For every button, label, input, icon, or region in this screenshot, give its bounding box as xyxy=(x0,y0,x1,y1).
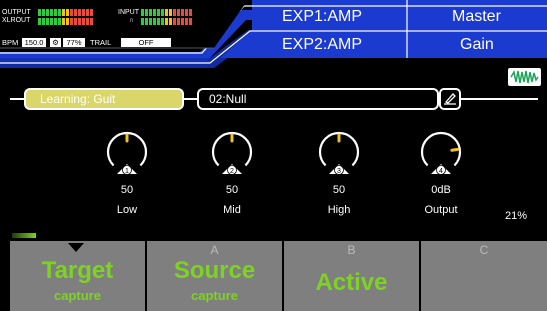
knob-label: Low xyxy=(116,204,138,216)
exp2-param[interactable]: Gain xyxy=(460,36,494,54)
knob-value: 0dB xyxy=(431,184,451,196)
slot-label: C xyxy=(479,243,489,257)
bpm-value[interactable]: 150.0 xyxy=(22,38,46,47)
input-label: INPUT xyxy=(118,9,139,16)
knob-output[interactable]: 4 xyxy=(419,130,463,175)
knob-high[interactable]: 3 xyxy=(317,130,361,175)
row-connector xyxy=(10,98,24,100)
knob-number: 2 xyxy=(230,168,234,174)
slot-sub-text: capture xyxy=(191,288,238,303)
headphone-icon: ∩ xyxy=(129,17,135,24)
slot-c[interactable]: C xyxy=(421,241,547,311)
status-panel: OUTPUT XLROUT INPUT ∩ BPM 150.0 ⚙ 77% TR… xyxy=(0,0,240,52)
waveform-icon xyxy=(510,69,539,84)
knob-value: 50 xyxy=(120,184,134,196)
knob-label: Output xyxy=(424,204,458,216)
row-connector xyxy=(184,98,197,100)
level-value[interactable]: 77% xyxy=(63,38,85,47)
xlrout-label: XLROUT xyxy=(2,17,31,24)
waveform-button[interactable] xyxy=(508,68,541,86)
knob-value: 50 xyxy=(225,184,239,196)
gear-icon: ⚙ xyxy=(50,38,61,47)
output-label: OUTPUT xyxy=(2,9,31,16)
slot-main-text: Target xyxy=(41,257,114,284)
knob-number: 1 xyxy=(125,168,129,174)
knob-dial: 2 xyxy=(211,131,253,175)
trail-label: TRAIL xyxy=(90,38,112,47)
progress-fill xyxy=(12,233,36,238)
output-meter xyxy=(38,9,93,16)
knob-mid[interactable]: 2 xyxy=(210,130,254,175)
knob-value: 50 xyxy=(332,184,346,196)
progress-percent: 21% xyxy=(505,210,528,222)
knob-dial: 3 xyxy=(318,131,360,175)
exp1-label[interactable]: EXP1:AMP xyxy=(282,8,362,26)
trail-value[interactable]: OFF xyxy=(121,38,171,47)
slot-label: B xyxy=(347,243,356,257)
knob-label: High xyxy=(327,204,351,216)
slot-label: A xyxy=(210,243,219,257)
knob-low[interactable]: 1 xyxy=(105,130,149,175)
edit-icon xyxy=(439,88,461,110)
knob-label: Mid xyxy=(223,204,241,216)
edit-button[interactable] xyxy=(439,88,461,110)
knob-dial: 1 xyxy=(106,131,148,175)
exp2-label[interactable]: EXP2:AMP xyxy=(282,36,362,54)
input-meter xyxy=(141,9,192,16)
knob-dial: 4 xyxy=(420,131,462,175)
knob-indicator xyxy=(450,147,460,152)
progress-bar xyxy=(12,233,124,238)
slot-target[interactable]: Target capture xyxy=(10,241,145,311)
slot-sub-text: capture xyxy=(54,288,101,303)
capture-name-field[interactable]: 02:Null xyxy=(197,88,439,110)
knob-number: 3 xyxy=(337,168,341,174)
slot-b[interactable]: B Active xyxy=(284,241,419,311)
selected-arrow-icon xyxy=(68,243,84,252)
learning-button[interactable]: Learning: Guit xyxy=(24,88,184,110)
xlrout-meter xyxy=(38,18,93,25)
slot-main-text: Active xyxy=(315,269,388,296)
row-connector xyxy=(460,98,538,100)
exp1-param[interactable]: Master xyxy=(452,8,501,26)
slot-a[interactable]: A Source capture xyxy=(147,241,282,311)
bpm-label: BPM xyxy=(2,38,19,47)
headphone-meter xyxy=(141,18,192,25)
knob-number: 4 xyxy=(439,168,443,174)
slot-main-text: Source xyxy=(173,257,256,284)
